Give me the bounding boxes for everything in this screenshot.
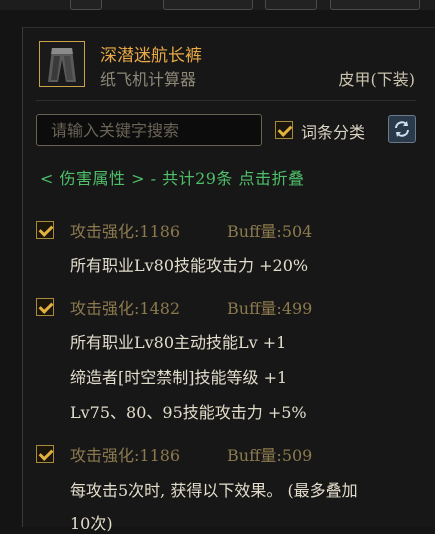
divider [36, 100, 416, 101]
entry-effect: 缔造者[时空禁制]技能等级 +1 [70, 368, 288, 387]
top-tab[interactable] [330, 0, 420, 10]
filter-checkbox[interactable] [275, 121, 293, 139]
top-tab[interactable] [70, 0, 102, 10]
entry-effect: 所有职业Lv80技能攻击力 +20% [70, 256, 309, 275]
item-type: 皮甲(下装) [338, 70, 416, 89]
item-name: 深潜迷航长裤 [100, 46, 202, 66]
entry-buff: Buff量:499 [227, 299, 313, 318]
entry-checkbox[interactable] [36, 221, 54, 239]
refresh-button[interactable] [388, 115, 416, 143]
entry-checkbox[interactable] [36, 298, 54, 316]
entry-effect: 每攻击5次时, 获得以下效果。 (最多叠加 [70, 481, 358, 500]
entry-buff: Buff量:509 [227, 446, 313, 465]
top-tab[interactable] [163, 0, 253, 10]
leg-armor-icon [39, 41, 85, 87]
top-tab[interactable] [265, 0, 317, 10]
entry-stat: 攻击强化:1186 [70, 222, 181, 241]
refresh-icon [395, 121, 409, 137]
section-header-damage[interactable]: < 伤害属性 > - 共计29条 点击折叠 [40, 165, 305, 189]
entry-effect: 10次) [70, 514, 113, 533]
entry-effect: Lv75、80、95技能攻击力 +5% [70, 403, 307, 422]
item-source: 纸飞机计算器 [100, 70, 197, 89]
entry-stat: 攻击强化:1482 [70, 299, 181, 318]
search-input[interactable] [36, 114, 262, 146]
entry-stat: 攻击强化:1186 [70, 446, 181, 465]
entry-checkbox[interactable] [36, 445, 54, 463]
entry-effect: 所有职业Lv80主动技能Lv +1 [70, 333, 287, 352]
filter-label: 词条分类 [301, 123, 366, 142]
entry-buff: Buff量:504 [227, 222, 313, 241]
